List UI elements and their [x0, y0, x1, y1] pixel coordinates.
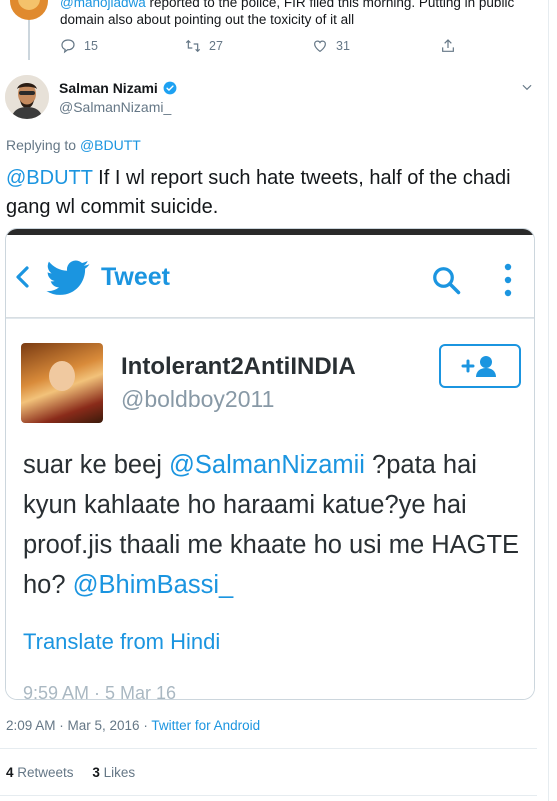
retweets-stat[interactable]: 4 Retweets	[6, 765, 74, 780]
author-handle[interactable]: @SalmanNizami_	[59, 99, 171, 115]
likes-label: Likes	[99, 765, 136, 780]
retweet-count: 27	[209, 39, 223, 53]
divider	[0, 748, 537, 749]
retweets-label: Retweets	[13, 765, 74, 780]
retweet-button[interactable]: 27	[185, 38, 223, 54]
embedded-text-part: suar ke beej	[23, 451, 170, 479]
app-bar: Tweet	[6, 235, 534, 318]
back-icon	[16, 266, 29, 288]
author-name[interactable]: Salman Nizami	[59, 80, 158, 96]
replying-to: Replying to @BDUTT	[6, 137, 141, 153]
reply-text: @manojladwa reported to the police, FIR …	[60, 0, 540, 28]
follow-icon	[461, 356, 496, 377]
mention-link[interactable]: @BDUTT	[6, 167, 93, 189]
avatar	[21, 343, 103, 423]
share-button[interactable]	[440, 38, 456, 54]
replying-prefix: Replying to	[6, 137, 80, 153]
embedded-author-name: Intolerant2AntiINDIA	[121, 353, 356, 380]
retweets-count: 4	[6, 765, 14, 780]
likes-stat[interactable]: 3 Likes	[92, 765, 135, 780]
embedded-mention: @SalmanNizamii	[169, 451, 365, 479]
like-icon	[314, 40, 326, 53]
avatar[interactable]	[5, 75, 49, 119]
timestamp[interactable]: 2:09 AM · Mar 5, 2016 ·	[6, 718, 151, 733]
mention-link[interactable]: @manojladwa	[60, 0, 146, 10]
like-button[interactable]: 31	[312, 38, 350, 54]
column-border	[548, 0, 549, 801]
likes-count: 3	[92, 765, 100, 780]
replying-to-link[interactable]: @BDUTT	[80, 137, 141, 153]
chevron-down-icon[interactable]	[520, 80, 534, 94]
embedded-tweet: Intolerant2AntiINDIA @boldboy2011 suar k…	[6, 318, 534, 699]
overflow-menu-icon	[504, 263, 512, 297]
embedded-author-handle: @boldboy2011	[121, 386, 275, 412]
tweet-stats: 4 Retweets 3 Likes	[6, 765, 135, 780]
reply-button[interactable]: 15	[60, 38, 98, 54]
twitter-bird-icon	[46, 260, 90, 295]
retweet-icon	[185, 39, 201, 53]
embedded-timestamp: 9:59 AM · 5 Mar 16	[23, 683, 177, 700]
tweet-metadata: 2:09 AM · Mar 5, 2016 · Twitter for Andr…	[6, 718, 260, 733]
search-icon	[433, 267, 461, 295]
avatar[interactable]	[10, 0, 48, 20]
embedded-mention: @BhimBassi_	[72, 571, 234, 599]
tweet-text: @BDUTT If I wl report such hate tweets, …	[6, 164, 546, 222]
like-count: 31	[336, 39, 350, 53]
translate-link: Translate from Hindi	[23, 629, 221, 654]
screenshot-content: Tweet Intolerant2AntiINDIA @boldboy2011	[6, 229, 534, 699]
reply-count: 15	[84, 39, 98, 53]
source-link[interactable]: Twitter for Android	[151, 718, 260, 733]
attached-image[interactable]: Tweet Intolerant2AntiINDIA @boldboy2011	[5, 228, 535, 700]
divider	[0, 795, 537, 796]
app-title: Tweet	[101, 263, 170, 291]
verified-icon	[163, 81, 177, 95]
share-icon	[442, 39, 454, 52]
reply-icon	[61, 39, 75, 54]
thread-connector	[28, 20, 30, 60]
avatar-photo	[5, 75, 49, 119]
tweet-actions: 15 27 31	[60, 38, 480, 58]
embedded-tweet-text: suar ke beej @SalmanNizamii ?pata hai ky…	[23, 445, 523, 605]
follow-button	[439, 344, 521, 388]
